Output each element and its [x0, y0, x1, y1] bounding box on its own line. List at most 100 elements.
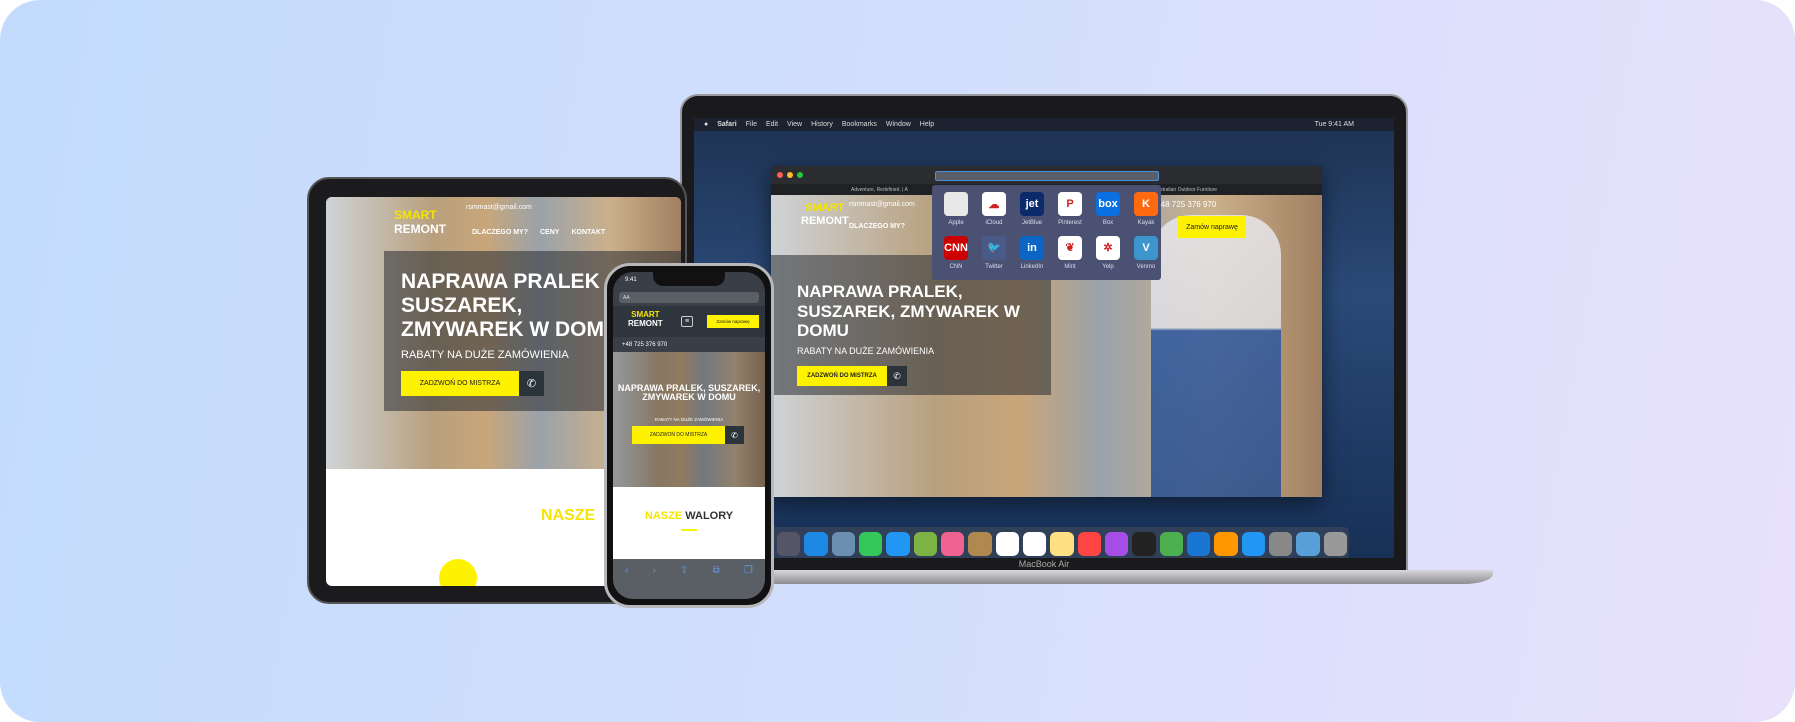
favorite-label: Pinterest — [1058, 220, 1082, 226]
nav-dlaczego[interactable]: DLACZEGO MY? — [849, 223, 905, 230]
favorite-linkedin[interactable]: in LinkedIn — [1014, 235, 1050, 274]
phone: 9:41 AA SMART REMONT ≡ Zamów naprawę +48 … — [604, 263, 774, 608]
menu-bookmarks[interactable]: Bookmarks — [842, 121, 877, 128]
dock-app-icon[interactable] — [1132, 532, 1156, 556]
favorite-venmo[interactable]: V Venmo — [1128, 235, 1164, 274]
minimize-button[interactable] — [787, 172, 793, 178]
bookmarks-icon[interactable]: ⧉ — [713, 565, 720, 599]
phone-number[interactable]: +48 725 376 970 — [1156, 200, 1216, 209]
safari-window: Adventure, Redefined. | A Tait | Premium… — [771, 166, 1322, 497]
favorite-kayak[interactable]: K Kayak — [1128, 192, 1164, 230]
dock-app-icon[interactable] — [995, 532, 1019, 556]
zoom-button[interactable] — [797, 172, 803, 178]
twitter-icon: 🐦 — [982, 235, 1006, 260]
favorite-label: Box — [1102, 220, 1114, 226]
hamburger-menu-icon[interactable]: ≡ — [681, 316, 693, 327]
favorite-pinterest[interactable]: P Pinterest — [1052, 192, 1088, 230]
favorite-icloud[interactable]: ☁ iCloud — [976, 192, 1012, 230]
phone-icon[interactable]: ✆ — [887, 366, 907, 386]
dock-app-icon[interactable] — [1077, 532, 1101, 556]
tabs-icon[interactable]: ❐ — [744, 565, 753, 599]
call-master-button[interactable]: ZADZWOŃ DO MISTRZA — [797, 366, 887, 386]
dock-app-icon[interactable] — [1022, 532, 1047, 556]
menu-history[interactable]: History — [811, 121, 833, 128]
dock-app-icon[interactable] — [831, 532, 855, 556]
close-button[interactable] — [777, 172, 783, 178]
cnn-icon: CNN — [944, 235, 968, 260]
email[interactable]: rsmmast@gmail.com — [466, 204, 532, 211]
apple-icon[interactable]: ● — [704, 121, 708, 128]
favorite-label: Twitter — [985, 263, 1003, 270]
phone-icon[interactable]: ✆ — [725, 426, 744, 444]
favorite-mint[interactable]: ❦ Mint — [1052, 235, 1088, 274]
address-bar[interactable]: AA — [619, 292, 759, 303]
laptop-model-label: MacBook Air — [1018, 559, 1070, 569]
call-master-button[interactable]: ZADZWOŃ DO MISTRZA — [632, 426, 725, 444]
dock-app-icon[interactable] — [1323, 532, 1347, 556]
favorite-label: CNN — [949, 263, 963, 270]
jetblue-icon: jet — [1020, 192, 1044, 216]
logo-bottom: REMONT — [801, 215, 849, 228]
dock-app-icon[interactable] — [1186, 532, 1211, 556]
dock-app-icon[interactable] — [1214, 532, 1238, 556]
back-icon[interactable]: ‹ — [625, 565, 628, 599]
favorite-jetblue[interactable]: jet JetBlue — [1014, 192, 1050, 230]
dock-app-icon[interactable] — [968, 532, 992, 556]
kayak-icon: K — [1134, 192, 1158, 216]
dock-app-icon[interactable] — [1296, 532, 1320, 556]
order-repair-button[interactable]: Zamów naprawę — [1178, 216, 1246, 238]
favorites-popup: Apple ☁ iCloud jet JetBlue P Pinterest box Box K K… — [932, 185, 1161, 280]
section-title-a: NASZE — [644, 510, 683, 522]
menu-window[interactable]: Window — [886, 121, 911, 128]
hero-subtitle: RABATY NA DUŻE ZAMÓWIENIA — [797, 346, 935, 356]
menu-view[interactable]: View — [787, 121, 802, 128]
phone-icon[interactable]: ✆ — [519, 371, 544, 396]
menu-help[interactable]: Help — [920, 121, 934, 128]
dock-app-icon[interactable] — [858, 532, 883, 556]
favorite-box[interactable]: box Box — [1090, 192, 1126, 230]
laptop-screen: ● Safari File Edit View History Bookmark… — [694, 118, 1394, 558]
phone-screen: 9:41 AA SMART REMONT ≡ Zamów naprawę +48 … — [613, 272, 765, 599]
nav-kontakt[interactable]: KONTAKT — [571, 229, 605, 236]
dock-app-icon[interactable] — [1050, 532, 1074, 556]
dock-app-icon[interactable] — [777, 532, 801, 556]
phone-number[interactable]: +48 725 376 970 — [622, 342, 667, 348]
favorite-label: iCloud — [985, 220, 1003, 226]
logo-bottom: REMONT — [628, 319, 663, 329]
section-title-b: WALORY — [685, 510, 734, 522]
dock-app-icon[interactable] — [1159, 532, 1183, 556]
tab-1[interactable]: Adventure, Redefined. | A — [851, 187, 908, 193]
dock-app-icon[interactable] — [804, 532, 828, 556]
hero-subtitle: RABATY NA DUŻE ZAMÓWIENIA — [654, 417, 724, 422]
call-master-button[interactable]: ZADZWOŃ DO MISTRZA — [401, 371, 519, 396]
favorite-cnn[interactable]: CNN CNN — [938, 235, 974, 274]
order-repair-button[interactable]: Zamów naprawę — [707, 315, 759, 328]
favorite-apple[interactable]: Apple — [938, 192, 974, 230]
favorite-label: LinkedIn — [1020, 263, 1044, 270]
dock-app-icon[interactable] — [886, 532, 910, 556]
dock-app-icon[interactable] — [1104, 532, 1129, 556]
share-icon[interactable]: ⇪ — [680, 565, 688, 599]
hero-title: NAPRAWA PRALEK, SUSZAREK, ZMYWAREK W DOM… — [617, 383, 761, 403]
nav-dlaczego[interactable]: DLACZEGO MY? — [472, 229, 528, 236]
menu-edit[interactable]: Edit — [766, 121, 778, 128]
menu-safari[interactable]: Safari — [717, 121, 736, 128]
menu-file[interactable]: File — [746, 121, 757, 128]
logo-bottom: REMONT — [394, 221, 446, 236]
favorite-twitter[interactable]: 🐦 Twitter — [976, 235, 1012, 274]
address-bar[interactable] — [935, 171, 1159, 181]
calendar-icon — [439, 559, 477, 586]
nav-ceny[interactable]: CENY — [540, 229, 559, 236]
hero-subtitle: RABATY NA DUŻE ZAMÓWIENIA — [401, 349, 569, 361]
dock-app-icon[interactable] — [1268, 532, 1293, 556]
dock — [769, 527, 1349, 558]
dock-app-icon[interactable] — [1241, 532, 1265, 556]
apple-icon — [944, 192, 968, 216]
forward-icon[interactable]: › — [653, 565, 656, 599]
dock-app-icon[interactable] — [940, 532, 965, 556]
favorite-yelp[interactable]: ✲ Yelp — [1090, 235, 1126, 274]
email[interactable]: rsmmast@gmail.com — [849, 201, 915, 208]
mac-menu-bar: ● Safari File Edit View History Bookmark… — [694, 118, 1394, 131]
dock-app-icon[interactable] — [913, 532, 937, 556]
clock: Tue 9:41 AM — [1314, 121, 1354, 128]
